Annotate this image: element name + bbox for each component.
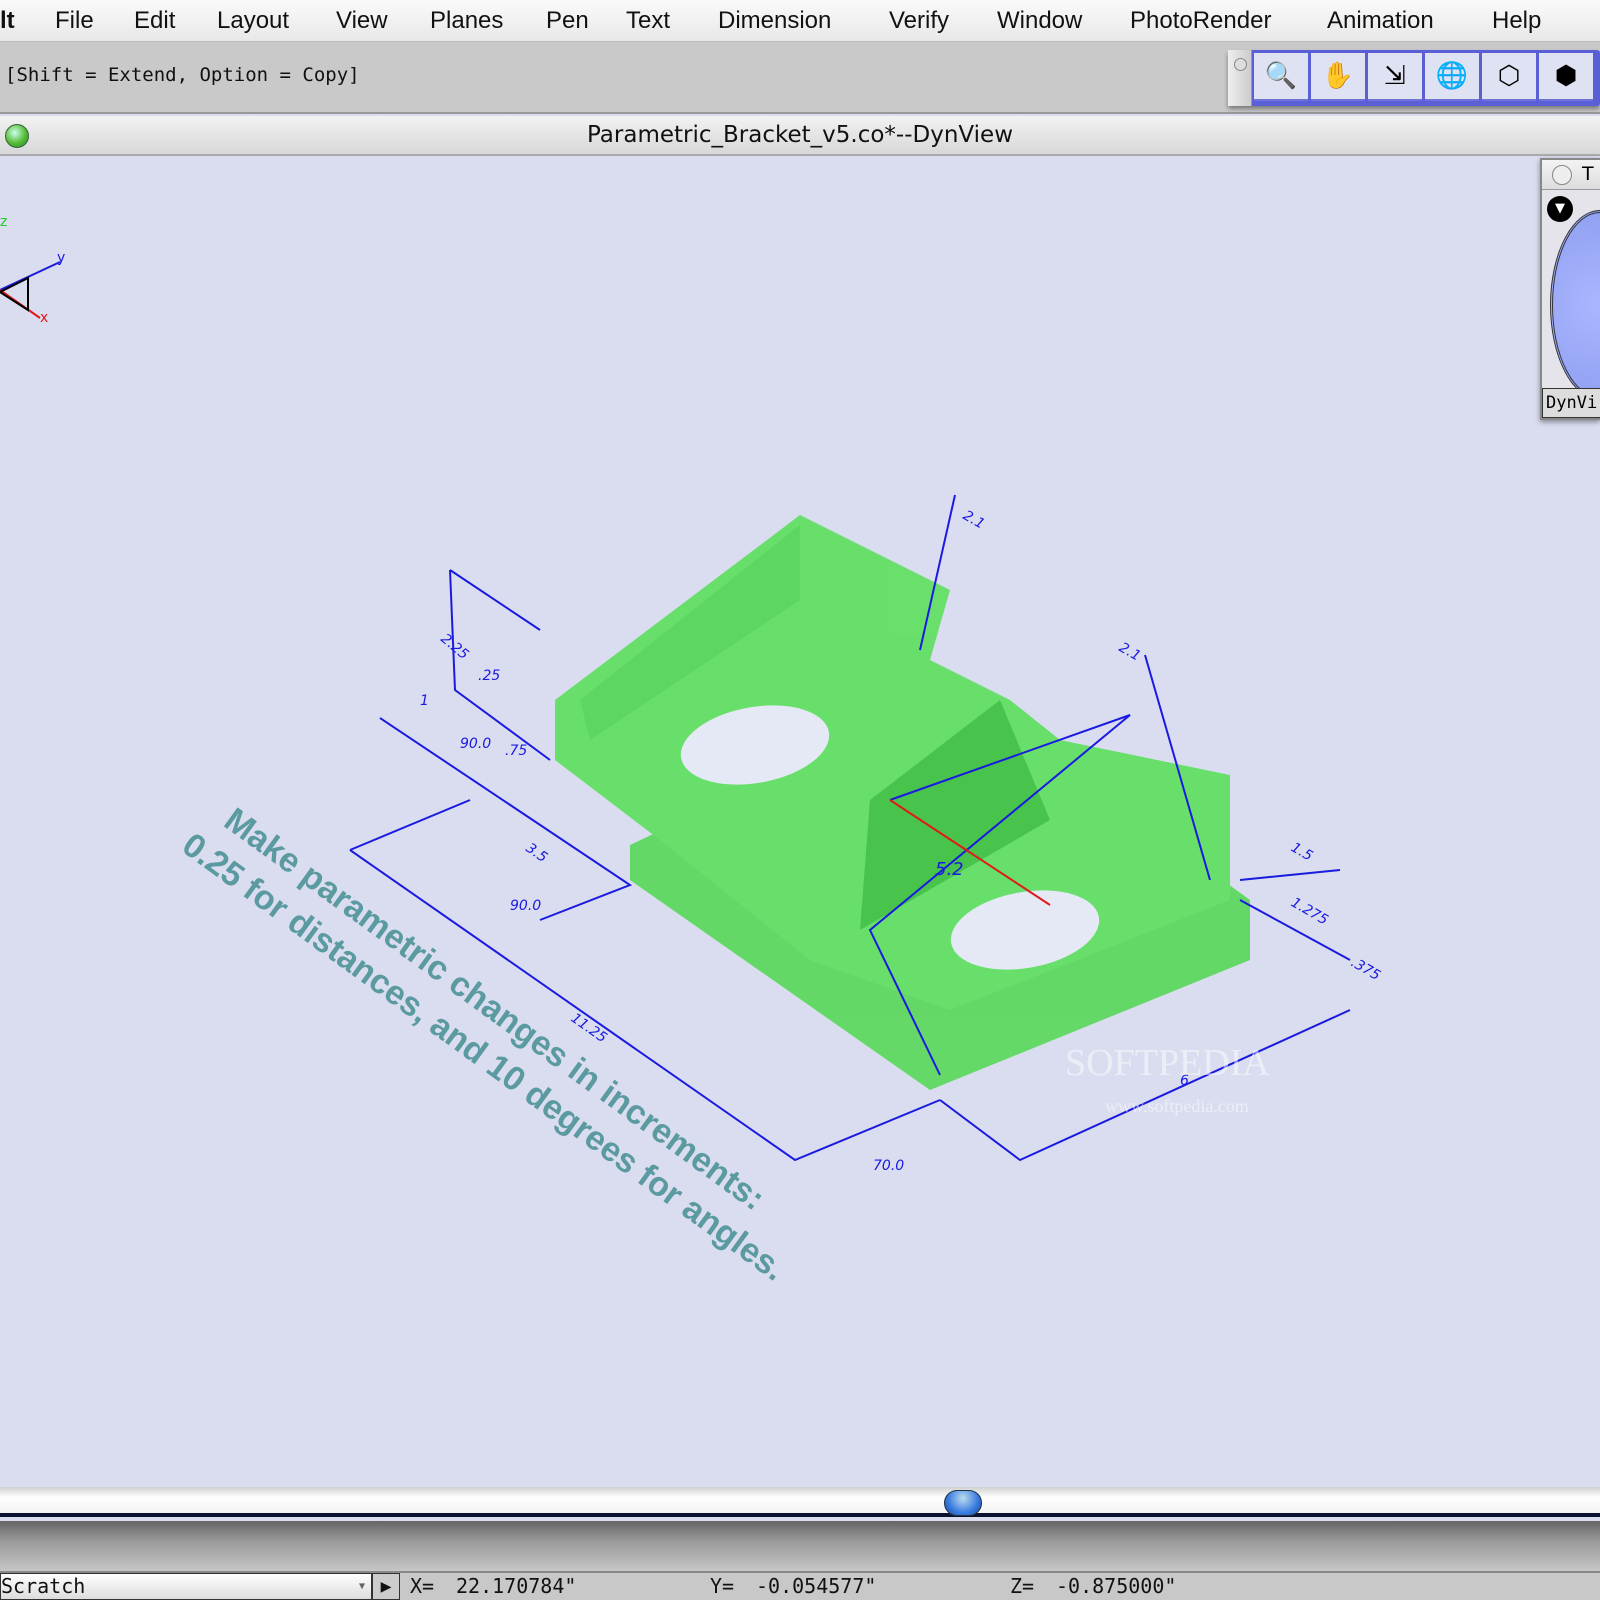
menu-planes[interactable]: Planes — [430, 7, 503, 35]
hand-pan-icon: ✋ — [1321, 61, 1355, 91]
close-button[interactable] — [5, 124, 29, 148]
menu-pen[interactable]: Pen — [546, 7, 589, 35]
lower-panel — [0, 1521, 1600, 1571]
axis-triad: z y x — [0, 214, 65, 326]
menu-app[interactable]: lt — [0, 7, 15, 35]
wireframe-cube-icon: ⬡ — [1497, 61, 1521, 91]
dim-label: .75 — [505, 743, 527, 759]
x-coordinate: 22.170784" — [456, 1574, 577, 1598]
dim-label: 5.2 — [935, 859, 964, 880]
orbit-button[interactable]: 🌐 — [1425, 53, 1479, 101]
dim-label: 90.0 — [460, 736, 491, 752]
toolbar-grip[interactable] — [1228, 50, 1252, 106]
menu-layout[interactable]: Layout — [217, 7, 289, 35]
move-arrow-icon: ⇲ — [1384, 61, 1406, 91]
hidden-line-button[interactable]: ⬢ — [1539, 53, 1593, 101]
model-canvas: z y x 2.25 .25 1 90.0 .75 3.5 90.0 11.25… — [0, 214, 1383, 1289]
axis-x-label: x — [40, 310, 48, 326]
y-coordinate: -0.054577" — [756, 1574, 877, 1598]
menu-dimension[interactable]: Dimension — [718, 7, 831, 35]
menu-file[interactable]: File — [55, 7, 94, 35]
menu-edit[interactable]: Edit — [134, 7, 175, 35]
z-label: Z= — [1010, 1574, 1035, 1598]
hint-text: [Shift = Extend, Option = Copy] — [5, 64, 360, 86]
dim-label: 1.275 — [1288, 895, 1331, 929]
zoom-button[interactable]: 🔍 — [1254, 53, 1308, 101]
axis-y-label: y — [57, 250, 65, 266]
dim-label: .375 — [1348, 955, 1383, 984]
status-bar: Scratch ▼ ▶ X= 22.170784" Y= -0.054577" Z… — [0, 1571, 1600, 1600]
layer-name: Scratch — [1, 1574, 86, 1598]
window-title-bar: Parametric_Bracket_v5.co*--DynView — [0, 116, 1600, 156]
orbit-globe-icon: 🌐 — [1435, 61, 1469, 91]
menu-view[interactable]: View — [336, 7, 388, 35]
layer-select[interactable]: Scratch ▼ — [0, 1573, 372, 1600]
trackball[interactable] — [1550, 210, 1600, 400]
play-icon[interactable]: ▶ — [372, 1573, 400, 1600]
view-toolbar: 🔍 ✋ ⇲ 🌐 ⬡ ⬢ — [1228, 50, 1600, 106]
dim-label: 70.0 — [873, 1158, 904, 1174]
dropdown-triangle-icon[interactable]: ▼ — [1547, 196, 1573, 222]
scroll-thumb[interactable] — [944, 1490, 982, 1516]
trackball-palette: T ▼ DynVi — [1540, 158, 1600, 420]
palette-view-label: DynVi — [1542, 388, 1600, 418]
menu-help[interactable]: Help — [1492, 7, 1541, 35]
y-label: Y= — [710, 1574, 735, 1598]
dim-label: 2.1 — [960, 508, 987, 533]
dim-label: 90.0 — [510, 898, 541, 914]
zoom-icon: 🔍 — [1264, 61, 1298, 91]
dim-label: .25 — [478, 668, 500, 684]
watermark-url: www.softpedia.com — [1105, 1096, 1249, 1116]
pan-button[interactable]: ✋ — [1311, 53, 1365, 101]
menu-animation[interactable]: Animation — [1327, 7, 1434, 35]
menu-verify[interactable]: Verify — [889, 7, 949, 35]
window-title: Parametric_Bracket_v5.co*--DynView — [586, 122, 1014, 148]
dim-label: 2.1 — [1116, 640, 1143, 665]
z-coordinate: -0.875000" — [1056, 1574, 1177, 1598]
menu-bar: lt File Edit Layout View Planes Pen Text… — [0, 0, 1600, 42]
hidden-line-cube-icon: ⬢ — [1554, 61, 1578, 91]
menu-text[interactable]: Text — [626, 7, 670, 35]
dim-label: 1.5 — [1288, 840, 1315, 865]
move-button[interactable]: ⇲ — [1368, 53, 1422, 101]
horizontal-scrollbar[interactable] — [0, 1487, 1600, 1517]
menu-photorender[interactable]: PhotoRender — [1130, 7, 1271, 35]
menu-window[interactable]: Window — [997, 7, 1082, 35]
palette-title[interactable]: T — [1542, 160, 1600, 190]
dim-label: 3.5 — [523, 840, 550, 866]
dim-label: 1 — [420, 693, 429, 709]
bracket-part — [555, 515, 1250, 1090]
3d-viewport[interactable]: z y x 2.25 .25 1 90.0 .75 3.5 90.0 11.25… — [0, 157, 1600, 1487]
chevron-down-icon: ▼ — [358, 1581, 365, 1592]
watermark: SOFTPEDIA — [1065, 1042, 1270, 1084]
wireframe-button[interactable]: ⬡ — [1482, 53, 1536, 101]
axis-z-label: z — [0, 214, 7, 230]
x-label: X= — [410, 1574, 435, 1598]
